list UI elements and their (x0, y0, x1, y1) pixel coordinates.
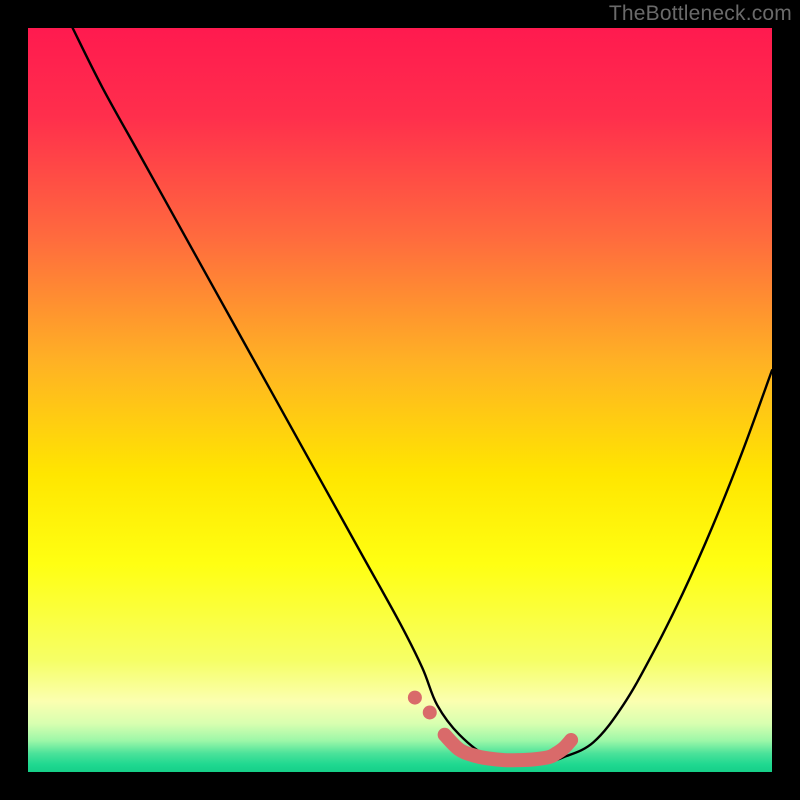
bottleneck-curve (73, 28, 772, 761)
highlight-dot-1 (408, 691, 422, 705)
watermark-text: TheBottleneck.com (609, 2, 792, 26)
highlight-dot-2 (423, 705, 437, 719)
curve-layer (28, 28, 772, 772)
chart-area (28, 28, 772, 772)
